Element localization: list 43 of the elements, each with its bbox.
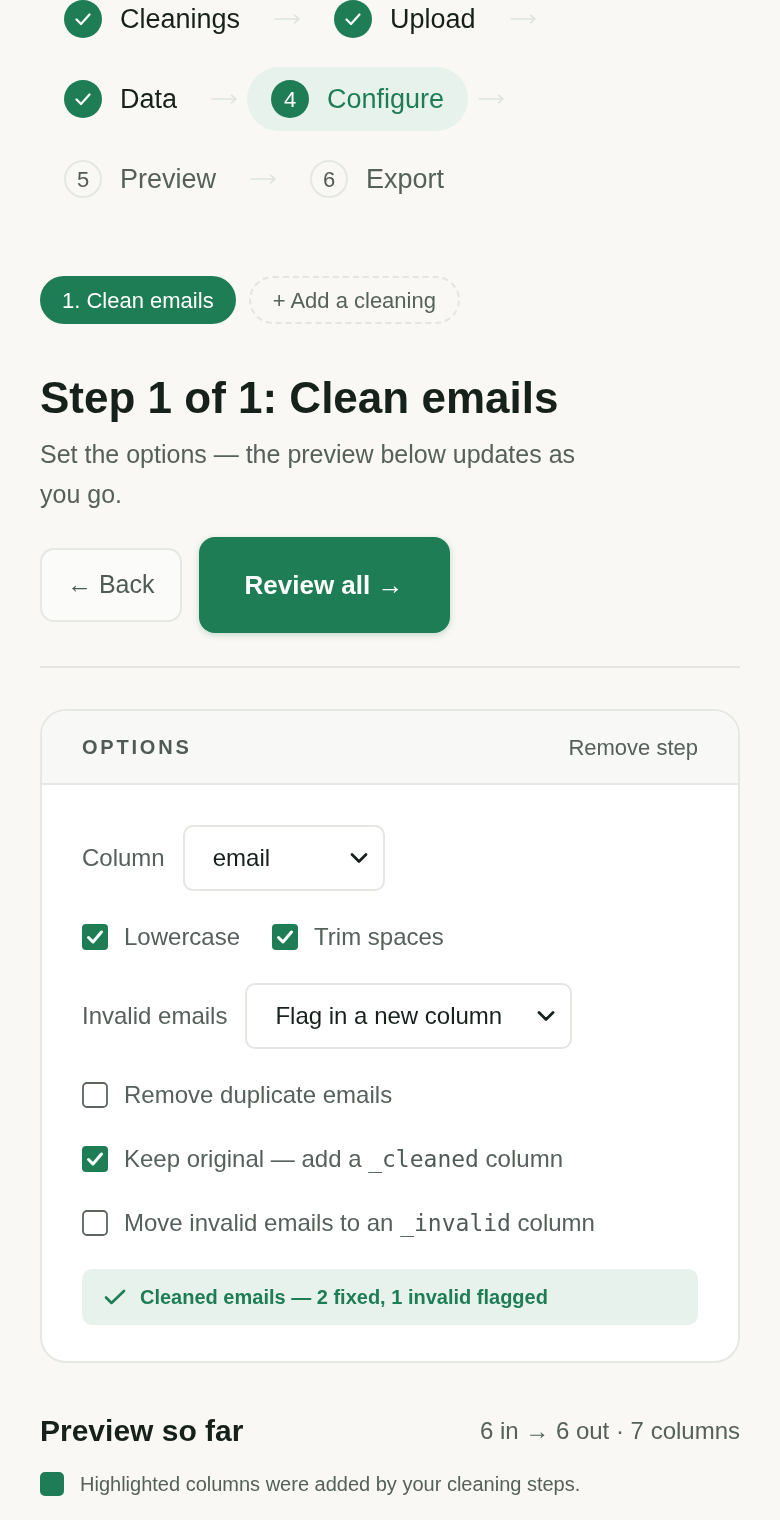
row-summary: 6 in → 6 out · 7 columns bbox=[479, 1416, 740, 1446]
checkbox-label: Move invalid emails to an _invalid column bbox=[124, 1208, 595, 1239]
step-label: Configure bbox=[327, 83, 445, 116]
step-heading: Step 1 of 1: Clean emails bbox=[40, 372, 559, 424]
step-label: Upload bbox=[390, 3, 476, 36]
review-all-button[interactable]: Review all → bbox=[198, 537, 450, 633]
step-label: Preview bbox=[120, 163, 217, 196]
status-text: Cleaned emails — 2 fixed, 1 invalid flagged bbox=[140, 1285, 548, 1310]
step-description: Set the options — the preview below updates as you go. bbox=[40, 439, 577, 510]
step-number: 4 bbox=[271, 80, 310, 118]
checkbox[interactable] bbox=[82, 924, 108, 950]
current-step-pill[interactable]: 4 Configure bbox=[247, 67, 469, 131]
checkbox[interactable] bbox=[82, 1210, 108, 1236]
section-title: Preview so far bbox=[40, 1413, 244, 1449]
remove-step-link[interactable]: Remove step bbox=[568, 730, 698, 764]
step-label: Cleanings bbox=[120, 3, 241, 36]
checkbox-label: Keep original — add a _cleaned column bbox=[124, 1144, 563, 1175]
legend-text: Highlighted columns were added by your cleaning steps. bbox=[80, 1472, 581, 1497]
step-label: Data bbox=[120, 83, 178, 116]
arrow-icon bbox=[509, 14, 536, 24]
check-icon bbox=[104, 1289, 126, 1305]
checkbox[interactable] bbox=[82, 1146, 108, 1172]
checkbox[interactable] bbox=[272, 924, 299, 950]
field-label: Column bbox=[82, 843, 165, 873]
cleaning-chip[interactable]: 1. Clean emails bbox=[40, 276, 236, 324]
checkbox-label: Lowercase bbox=[124, 922, 241, 952]
step-label: Export bbox=[366, 163, 445, 196]
swatch-icon bbox=[40, 1472, 64, 1496]
options-title: OPTIONS bbox=[82, 735, 192, 760]
checkbox-label: Remove duplicate emails bbox=[124, 1080, 393, 1110]
step-number: 6 bbox=[310, 160, 349, 198]
field-label: Invalid emails bbox=[82, 1001, 228, 1031]
step-number: 5 bbox=[64, 160, 102, 198]
select-field[interactable]: email bbox=[182, 825, 385, 891]
arrow-icon bbox=[211, 94, 238, 104]
checkbox-label: Trim spaces bbox=[314, 922, 444, 952]
add-cleaning-button[interactable]: + Add a cleaning bbox=[248, 276, 460, 324]
checkbox[interactable] bbox=[82, 1082, 108, 1108]
arrow-icon bbox=[274, 14, 301, 24]
arrow-icon bbox=[478, 94, 505, 104]
arrow-icon bbox=[250, 174, 277, 184]
back-button[interactable]: ← Back bbox=[40, 548, 182, 622]
select-field[interactable]: Flag in a new column bbox=[245, 983, 573, 1049]
